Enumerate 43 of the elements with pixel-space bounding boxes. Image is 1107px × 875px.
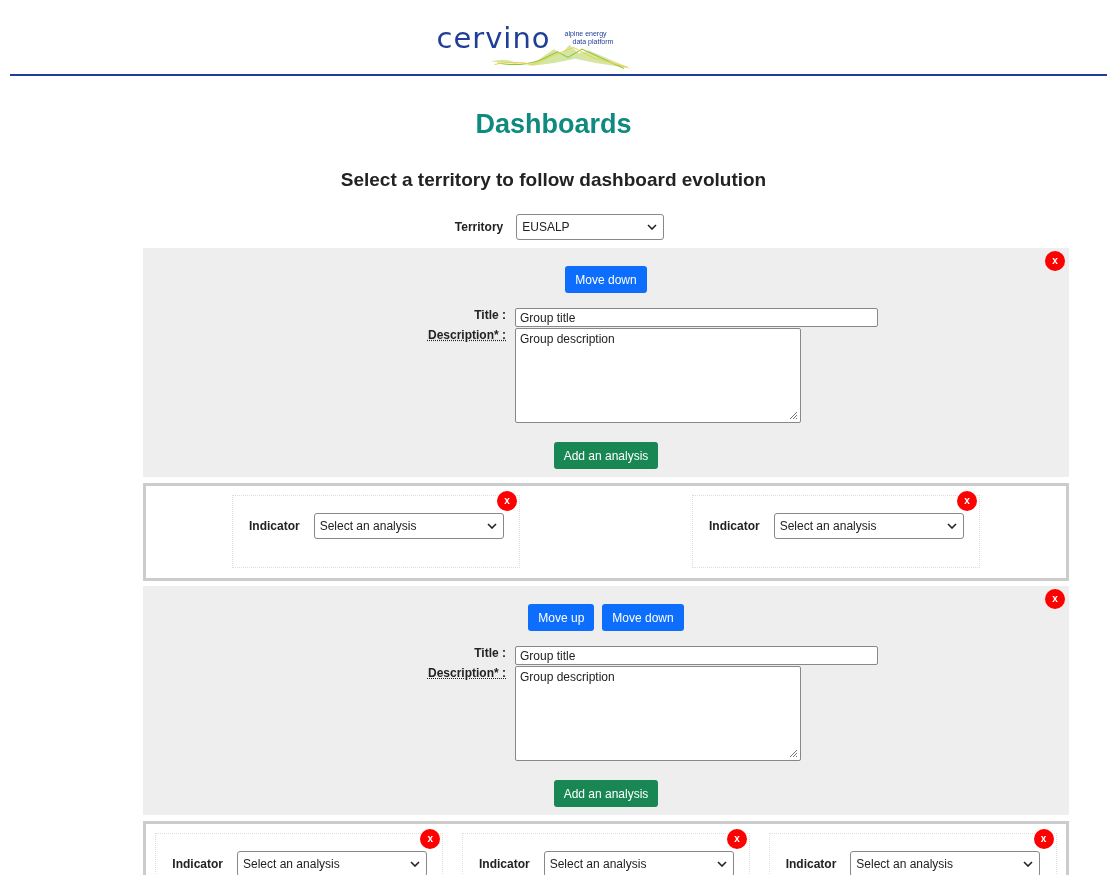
chevron-icon	[410, 861, 420, 867]
field-label: Title :	[473, 646, 507, 660]
chevron-icon	[946, 523, 957, 529]
dropdown[interactable]: Select an analysis	[773, 513, 964, 539]
description-field[interactable]: Group description	[515, 666, 801, 761]
logo-wordmark: cervino	[436, 22, 551, 54]
move-button[interactable]: Move up	[528, 604, 595, 631]
add-analysis-button[interactable]: Add an analysis	[553, 780, 659, 807]
field-label: Indicator	[479, 857, 530, 871]
title-field[interactable]: Group title	[515, 646, 878, 665]
field-label: Indicator	[709, 519, 760, 533]
remove-button[interactable]: x	[420, 829, 441, 849]
chevron-icon	[647, 224, 658, 230]
chevron-icon	[716, 861, 727, 867]
page-title: Dashboards	[474, 108, 633, 140]
dropdown[interactable]: Select an analysis	[237, 851, 427, 875]
remove-button[interactable]: x	[1045, 589, 1065, 609]
dropdown[interactable]: EUSALP	[516, 214, 665, 240]
move-button[interactable]: Move down	[565, 266, 647, 293]
description-field[interactable]: Group description	[515, 328, 801, 423]
field-label: Description* :	[427, 666, 507, 680]
dropdown[interactable]: Select an analysis	[543, 851, 734, 875]
dropdown[interactable]: Select an analysis	[313, 513, 504, 539]
dropdown[interactable]: Select an analysis	[850, 851, 1041, 875]
page-subtitle: Select a territory to follow dashboard evolution	[339, 168, 768, 192]
field-label: Description* :	[427, 328, 507, 342]
chevron-icon	[486, 523, 497, 529]
remove-button[interactable]: x	[1045, 251, 1065, 271]
field-label: Indicator	[785, 857, 837, 871]
remove-button[interactable]: x	[957, 491, 977, 511]
field-label: Indicator	[249, 519, 300, 533]
field-label: Title :	[473, 308, 507, 322]
chevron-icon	[1023, 861, 1034, 867]
remove-button[interactable]: x	[727, 829, 747, 849]
resize-grip-icon[interactable]	[788, 748, 798, 758]
resize-grip-icon[interactable]	[788, 410, 798, 420]
title-field[interactable]: Group title	[515, 308, 878, 327]
field-label: Indicator	[172, 857, 223, 871]
remove-button[interactable]: x	[497, 491, 517, 511]
add-analysis-button[interactable]: Add an analysis	[553, 442, 659, 469]
move-button[interactable]: Move down	[602, 604, 684, 631]
remove-button[interactable]: x	[1033, 829, 1054, 849]
field-label: Territory	[454, 220, 504, 234]
